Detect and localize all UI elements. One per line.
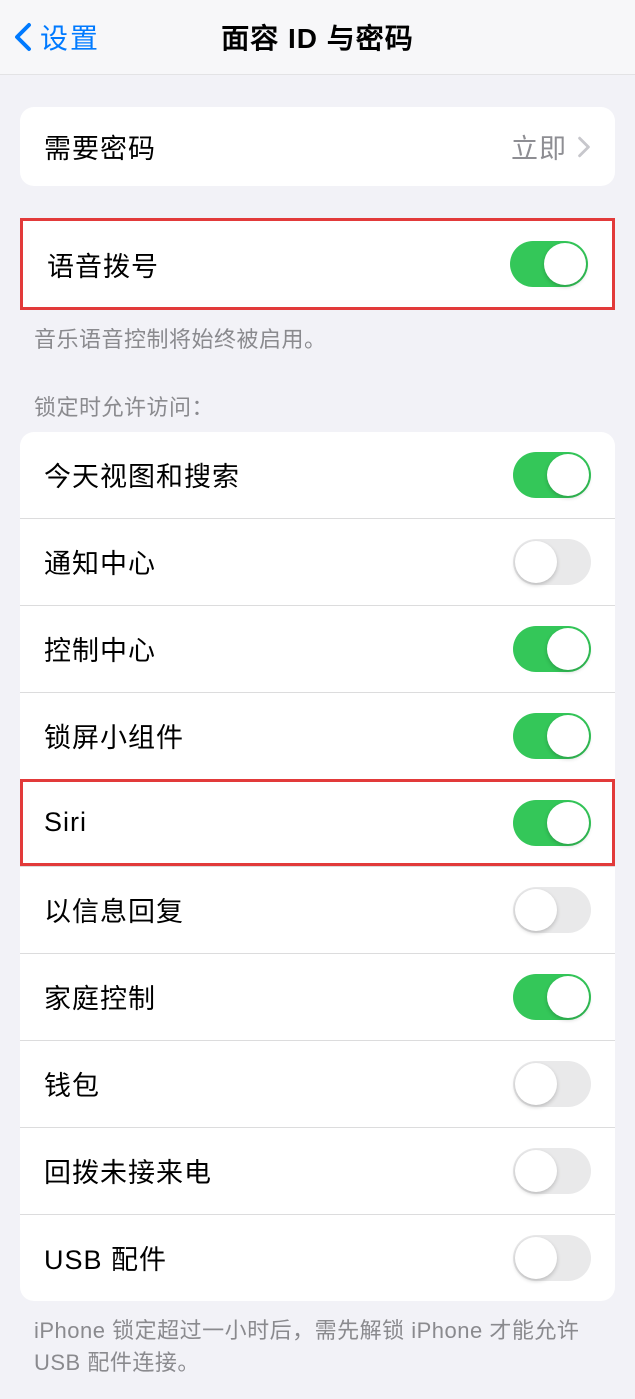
back-button[interactable]: 设置	[14, 17, 100, 57]
lock-access-row: 家庭控制	[20, 953, 615, 1040]
lock-access-row: 钱包	[20, 1040, 615, 1127]
require-passcode-label: 需要密码	[44, 127, 156, 166]
require-passcode-value: 立即	[511, 127, 567, 166]
lock-access-item-label: Siri	[44, 807, 87, 838]
lock-access-item-toggle[interactable]	[513, 800, 591, 846]
content: 需要密码 立即 语音拨号 音乐语音控制将始终被启用。 锁定时允许访问： 今天视图…	[0, 107, 635, 1399]
lock-access-item-label: 家庭控制	[44, 977, 156, 1016]
lock-access-item-toggle[interactable]	[513, 1148, 591, 1194]
lock-access-item-toggle[interactable]	[513, 539, 591, 585]
nav-header: 设置 面容 ID 与密码	[0, 0, 635, 75]
lock-access-item-label: USB 配件	[44, 1238, 167, 1277]
lock-access-row: 控制中心	[20, 605, 615, 692]
lock-access-item-label: 控制中心	[44, 629, 156, 668]
back-label: 设置	[40, 17, 100, 57]
lock-access-item-toggle[interactable]	[513, 452, 591, 498]
voice-dial-group: 语音拨号	[20, 218, 615, 310]
lock-access-item-label: 钱包	[44, 1064, 100, 1103]
lock-access-item-toggle[interactable]	[513, 974, 591, 1020]
lock-access-item-label: 回拨未接来电	[44, 1151, 212, 1190]
lock-access-item-toggle[interactable]	[513, 1235, 591, 1281]
back-chevron-icon	[14, 22, 32, 52]
lock-access-row: USB 配件	[20, 1214, 615, 1301]
voice-dial-toggle[interactable]	[510, 241, 588, 287]
voice-dial-row: 语音拨号	[23, 221, 612, 307]
lock-access-footer: iPhone 锁定超过一小时后，需先解锁 iPhone 才能允许USB 配件连接…	[34, 1315, 601, 1379]
lock-access-row: 今天视图和搜索	[20, 432, 615, 518]
voice-dial-label: 语音拨号	[47, 245, 159, 284]
lock-access-item-label: 锁屏小组件	[44, 716, 184, 755]
lock-access-row: 通知中心	[20, 518, 615, 605]
lock-access-group: 今天视图和搜索通知中心控制中心锁屏小组件 Siri 以信息回复家庭控制钱包回拨未接来…	[20, 432, 615, 1301]
lock-access-row: 锁屏小组件	[20, 692, 615, 779]
lock-access-item-label: 以信息回复	[44, 890, 184, 929]
lock-access-item-toggle[interactable]	[513, 626, 591, 672]
lock-access-item-label: 今天视图和搜索	[44, 455, 240, 494]
lock-access-item-toggle[interactable]	[513, 887, 591, 933]
require-passcode-row[interactable]: 需要密码 立即	[20, 107, 615, 186]
voice-dial-footer: 音乐语音控制将始终被启用。	[34, 324, 601, 356]
lock-access-item-label: 通知中心	[44, 542, 156, 581]
lock-access-header: 锁定时允许访问：	[34, 390, 601, 422]
chevron-right-icon	[577, 136, 591, 158]
passcode-group: 需要密码 立即	[20, 107, 615, 186]
lock-access-row: 以信息回复	[20, 866, 615, 953]
lock-access-item-toggle[interactable]	[513, 713, 591, 759]
require-passcode-value-wrap: 立即	[511, 127, 591, 166]
lock-access-row: Siri	[20, 779, 615, 866]
lock-access-item-toggle[interactable]	[513, 1061, 591, 1107]
lock-access-row: 回拨未接来电	[20, 1127, 615, 1214]
